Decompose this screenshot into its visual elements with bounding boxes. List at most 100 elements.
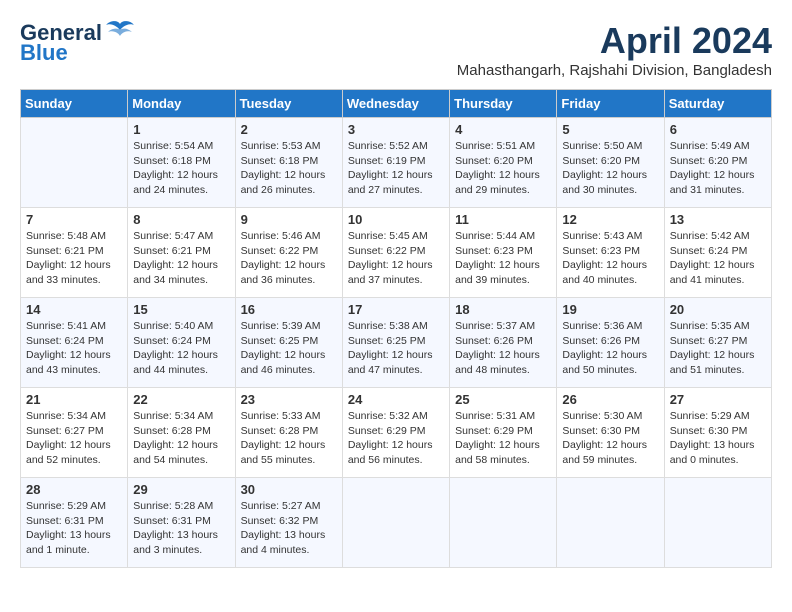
logo-bird-icon [104,20,136,42]
day-content: Sunrise: 5:36 AM Sunset: 6:26 PM Dayligh… [562,319,658,378]
day-cell [342,478,449,568]
day-content: Sunrise: 5:44 AM Sunset: 6:23 PM Dayligh… [455,229,551,288]
day-content: Sunrise: 5:38 AM Sunset: 6:25 PM Dayligh… [348,319,444,378]
day-header-saturday: Saturday [664,90,771,118]
day-content: Sunrise: 5:46 AM Sunset: 6:22 PM Dayligh… [241,229,337,288]
day-number: 14 [26,302,122,317]
day-number: 21 [26,392,122,407]
day-number: 12 [562,212,658,227]
day-content: Sunrise: 5:39 AM Sunset: 6:25 PM Dayligh… [241,319,337,378]
day-content: Sunrise: 5:52 AM Sunset: 6:19 PM Dayligh… [348,139,444,198]
day-number: 3 [348,122,444,137]
day-number: 15 [133,302,229,317]
day-content: Sunrise: 5:54 AM Sunset: 6:18 PM Dayligh… [133,139,229,198]
day-cell: 5 Sunrise: 5:50 AM Sunset: 6:20 PM Daylig… [557,118,664,208]
day-cell: 10 Sunrise: 5:45 AM Sunset: 6:22 PM Dayli… [342,208,449,298]
week-row-4: 21Sunrise: 5:34 AM Sunset: 6:27 PM Dayli… [21,388,772,478]
day-number: 23 [241,392,337,407]
day-number: 30 [241,482,337,497]
day-cell: 15 Sunrise: 5:40 AM Sunset: 6:24 PM Dayli… [128,298,235,388]
week-row-5: 28 Sunrise: 5:29 AM Sunset: 6:31 PM Dayli… [21,478,772,568]
day-cell: 21Sunrise: 5:34 AM Sunset: 6:27 PM Dayli… [21,388,128,478]
day-content: Sunrise: 5:47 AM Sunset: 6:21 PM Dayligh… [133,229,229,288]
day-cell: 1 Sunrise: 5:54 AM Sunset: 6:18 PM Daylig… [128,118,235,208]
day-cell: 12 Sunrise: 5:43 AM Sunset: 6:23 PM Dayli… [557,208,664,298]
day-number: 17 [348,302,444,317]
day-cell: 16 Sunrise: 5:39 AM Sunset: 6:25 PM Dayli… [235,298,342,388]
title-section: April 2024 Mahasthangarh, Rajshahi Divis… [457,20,772,79]
logo: General Blue [20,20,136,66]
day-cell: 13 Sunrise: 5:42 AM Sunset: 6:24 PM Dayli… [664,208,771,298]
day-number: 7 [26,212,122,227]
day-content: Sunrise: 5:37 AM Sunset: 6:26 PM Dayligh… [455,319,551,378]
day-cell: 9 Sunrise: 5:46 AM Sunset: 6:22 PM Daylig… [235,208,342,298]
day-content: Sunrise: 5:35 AM Sunset: 6:27 PM Dayligh… [670,319,766,378]
day-cell [664,478,771,568]
day-content: Sunrise: 5:28 AM Sunset: 6:31 PM Dayligh… [133,499,229,558]
day-number: 18 [455,302,551,317]
day-content: Sunrise: 5:29 AM Sunset: 6:30 PM Dayligh… [670,409,766,468]
day-cell: 26Sunrise: 5:30 AM Sunset: 6:30 PM Dayli… [557,388,664,478]
day-content: Sunrise: 5:27 AM Sunset: 6:32 PM Dayligh… [241,499,337,558]
day-content: Sunrise: 5:53 AM Sunset: 6:18 PM Dayligh… [241,139,337,198]
day-number: 11 [455,212,551,227]
day-content: Sunrise: 5:29 AM Sunset: 6:31 PM Dayligh… [26,499,122,558]
day-cell [557,478,664,568]
header: General Blue April 2024 Mahasthangarh, R… [20,20,772,79]
header-row: SundayMondayTuesdayWednesdayThursdayFrid… [21,90,772,118]
day-cell: 11 Sunrise: 5:44 AM Sunset: 6:23 PM Dayli… [450,208,557,298]
day-content: Sunrise: 5:50 AM Sunset: 6:20 PM Dayligh… [562,139,658,198]
day-number: 8 [133,212,229,227]
day-cell: 7 Sunrise: 5:48 AM Sunset: 6:21 PM Daylig… [21,208,128,298]
day-header-monday: Monday [128,90,235,118]
day-number: 1 [133,122,229,137]
week-row-3: 14 Sunrise: 5:41 AM Sunset: 6:24 PM Dayli… [21,298,772,388]
day-number: 13 [670,212,766,227]
day-cell: 8 Sunrise: 5:47 AM Sunset: 6:21 PM Daylig… [128,208,235,298]
day-content: Sunrise: 5:42 AM Sunset: 6:24 PM Dayligh… [670,229,766,288]
day-cell: 19 Sunrise: 5:36 AM Sunset: 6:26 PM Dayli… [557,298,664,388]
day-cell: 22 Sunrise: 5:34 AM Sunset: 6:28 PM Dayli… [128,388,235,478]
day-header-tuesday: Tuesday [235,90,342,118]
day-cell: 25 Sunrise: 5:31 AM Sunset: 6:29 PM Dayli… [450,388,557,478]
day-cell: 29 Sunrise: 5:28 AM Sunset: 6:31 PM Dayli… [128,478,235,568]
day-cell: 24Sunrise: 5:32 AM Sunset: 6:29 PM Dayli… [342,388,449,478]
day-content: Sunrise: 5:51 AM Sunset: 6:20 PM Dayligh… [455,139,551,198]
day-content: Sunrise: 5:32 AM Sunset: 6:29 PM Dayligh… [348,409,444,468]
day-content: Sunrise: 5:41 AM Sunset: 6:24 PM Dayligh… [26,319,122,378]
day-cell: 23 Sunrise: 5:33 AM Sunset: 6:28 PM Dayli… [235,388,342,478]
day-number: 5 [562,122,658,137]
week-row-2: 7 Sunrise: 5:48 AM Sunset: 6:21 PM Daylig… [21,208,772,298]
day-number: 9 [241,212,337,227]
day-header-sunday: Sunday [21,90,128,118]
day-cell: 27Sunrise: 5:29 AM Sunset: 6:30 PM Dayli… [664,388,771,478]
day-cell: 2Sunrise: 5:53 AM Sunset: 6:18 PM Daylig… [235,118,342,208]
day-content: Sunrise: 5:43 AM Sunset: 6:23 PM Dayligh… [562,229,658,288]
day-cell [450,478,557,568]
day-number: 29 [133,482,229,497]
day-header-thursday: Thursday [450,90,557,118]
day-cell: 17 Sunrise: 5:38 AM Sunset: 6:25 PM Dayli… [342,298,449,388]
day-content: Sunrise: 5:33 AM Sunset: 6:28 PM Dayligh… [241,409,337,468]
day-cell: 28 Sunrise: 5:29 AM Sunset: 6:31 PM Dayli… [21,478,128,568]
day-cell: 30 Sunrise: 5:27 AM Sunset: 6:32 PM Dayli… [235,478,342,568]
day-content: Sunrise: 5:34 AM Sunset: 6:28 PM Dayligh… [133,409,229,468]
day-content: Sunrise: 5:30 AM Sunset: 6:30 PM Dayligh… [562,409,658,468]
day-cell: 4 Sunrise: 5:51 AM Sunset: 6:20 PM Daylig… [450,118,557,208]
day-content: Sunrise: 5:49 AM Sunset: 6:20 PM Dayligh… [670,139,766,198]
week-row-1: 1 Sunrise: 5:54 AM Sunset: 6:18 PM Daylig… [21,118,772,208]
day-content: Sunrise: 5:40 AM Sunset: 6:24 PM Dayligh… [133,319,229,378]
day-number: 10 [348,212,444,227]
calendar-table: SundayMondayTuesdayWednesdayThursdayFrid… [20,89,772,568]
day-number: 22 [133,392,229,407]
day-cell: 18 Sunrise: 5:37 AM Sunset: 6:26 PM Dayli… [450,298,557,388]
day-content: Sunrise: 5:45 AM Sunset: 6:22 PM Dayligh… [348,229,444,288]
day-number: 28 [26,482,122,497]
day-number: 4 [455,122,551,137]
day-cell: 14 Sunrise: 5:41 AM Sunset: 6:24 PM Dayli… [21,298,128,388]
day-content: Sunrise: 5:48 AM Sunset: 6:21 PM Dayligh… [26,229,122,288]
day-number: 19 [562,302,658,317]
day-number: 16 [241,302,337,317]
day-content: Sunrise: 5:31 AM Sunset: 6:29 PM Dayligh… [455,409,551,468]
day-number: 25 [455,392,551,407]
